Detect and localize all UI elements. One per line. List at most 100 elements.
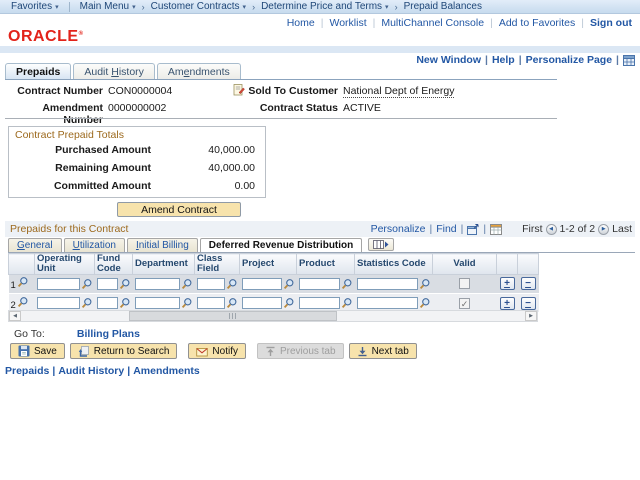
favorites-menu[interactable]: Favorites ▾ bbox=[7, 1, 63, 12]
tab-label: Audit History bbox=[84, 66, 144, 78]
department-lookup-icon[interactable] bbox=[181, 297, 193, 309]
home-link[interactable]: Home bbox=[287, 17, 315, 29]
delete-row-button[interactable]: − bbox=[521, 277, 536, 290]
project-input[interactable] bbox=[242, 297, 282, 309]
row-search-icon[interactable] bbox=[17, 296, 29, 308]
breadcrumb-separator: › bbox=[395, 2, 398, 12]
chevron-down-icon: ▾ bbox=[243, 3, 247, 11]
pager-next-icon[interactable]: ▶ bbox=[598, 224, 609, 235]
button-label: Notify bbox=[212, 346, 238, 357]
product-lookup-icon[interactable] bbox=[341, 297, 353, 309]
contract-status-label: Contract Status bbox=[248, 102, 338, 114]
add-row-button[interactable]: + bbox=[500, 277, 515, 290]
chevron-down-icon: ▾ bbox=[132, 3, 136, 11]
statistics-code-lookup-icon[interactable] bbox=[419, 297, 431, 309]
grid-tab-initial-billing[interactable]: Initial Billing bbox=[127, 238, 198, 252]
copy-url-icon[interactable] bbox=[623, 55, 635, 66]
product-lookup-icon[interactable] bbox=[341, 278, 353, 290]
statistics-code-lookup-icon[interactable] bbox=[419, 278, 431, 290]
class-field-input[interactable] bbox=[197, 297, 225, 309]
sold-to-customer-link[interactable]: National Dept of Energy bbox=[343, 85, 454, 98]
pager-range: 1-2 of 2 bbox=[560, 223, 596, 235]
scroll-right-arrow[interactable]: ▶ bbox=[525, 311, 537, 321]
amend-contract-button[interactable]: Amend Contract bbox=[117, 202, 241, 217]
grid-tab-general[interactable]: General bbox=[8, 238, 62, 252]
operating-unit-lookup-icon[interactable] bbox=[81, 278, 93, 290]
grid-tab-deferred-revenue-distribution[interactable]: Deferred Revenue Distribution bbox=[200, 238, 362, 252]
column-header-operating-unit: Operating Unit bbox=[35, 254, 95, 275]
project-input[interactable] bbox=[242, 278, 282, 290]
footer-link-prepaids[interactable]: Prepaids bbox=[5, 365, 49, 377]
column-header-fund-code: Fund Code bbox=[95, 254, 133, 275]
header-band bbox=[0, 46, 640, 53]
operating-unit-lookup-icon[interactable] bbox=[81, 297, 93, 309]
tab-prepaids[interactable]: Prepaids bbox=[5, 63, 71, 79]
column-header-delete bbox=[518, 254, 539, 275]
statistics-code-input[interactable] bbox=[357, 297, 418, 309]
download-to-spreadsheet-icon[interactable] bbox=[490, 224, 502, 235]
chevron-down-icon: ▾ bbox=[385, 3, 389, 11]
fund-code-input[interactable] bbox=[97, 297, 118, 309]
personalize-link[interactable]: Personalize bbox=[371, 223, 426, 235]
operating-unit-input[interactable] bbox=[37, 278, 80, 290]
totals-row: Committed Amount 0.00 bbox=[9, 180, 265, 198]
department-input[interactable] bbox=[135, 278, 180, 290]
scrollbar-thumb[interactable] bbox=[129, 311, 337, 321]
horizontal-scrollbar[interactable]: ◀ ▶ bbox=[8, 310, 538, 322]
prepaids-grid: Operating Unit Fund Code Department Clas… bbox=[8, 253, 539, 312]
notes-icon[interactable] bbox=[233, 83, 245, 99]
remaining-amount-label: Remaining Amount bbox=[9, 162, 151, 174]
breadcrumb-determine-price-terms[interactable]: Determine Price and Terms ▾ bbox=[257, 1, 393, 12]
scrollbar-track[interactable] bbox=[21, 311, 525, 321]
worklist-link[interactable]: Worklist bbox=[329, 17, 366, 29]
delete-row-button[interactable]: − bbox=[521, 297, 536, 310]
pager-previous-icon[interactable]: ◀ bbox=[546, 224, 557, 235]
sign-out-link[interactable]: Sign out bbox=[590, 17, 632, 29]
go-to-label: Go To: bbox=[14, 328, 74, 340]
add-row-button[interactable]: + bbox=[500, 297, 515, 310]
product-input[interactable] bbox=[299, 297, 340, 309]
pager-last-link[interactable]: Last bbox=[612, 223, 632, 235]
next-tab-icon bbox=[357, 346, 368, 357]
fund-code-input[interactable] bbox=[97, 278, 118, 290]
column-header-class-field: Class Field bbox=[195, 254, 240, 275]
sold-to-customer-label: Sold To Customer bbox=[248, 85, 338, 97]
footer-link-amendments[interactable]: Amendments bbox=[133, 365, 200, 377]
tab-amendments[interactable]: Amendments bbox=[157, 63, 241, 79]
save-button[interactable]: Save bbox=[10, 343, 65, 359]
grid-tab-utilization[interactable]: Utilization bbox=[64, 238, 125, 252]
class-field-lookup-icon[interactable] bbox=[226, 297, 238, 309]
multichannel-console-link[interactable]: MultiChannel Console bbox=[381, 17, 484, 29]
view-all-popup-icon[interactable] bbox=[467, 224, 479, 235]
scroll-left-arrow[interactable]: ◀ bbox=[9, 311, 21, 321]
pager-first-link[interactable]: First bbox=[522, 223, 542, 235]
add-to-favorites-link[interactable]: Add to Favorites bbox=[499, 17, 575, 29]
breadcrumb-customer-contracts[interactable]: Customer Contracts ▾ bbox=[147, 1, 250, 12]
class-field-lookup-icon[interactable] bbox=[226, 278, 238, 290]
project-lookup-icon[interactable] bbox=[283, 297, 295, 309]
fund-code-lookup-icon[interactable] bbox=[119, 297, 131, 309]
main-menu[interactable]: Main Menu ▾ bbox=[76, 1, 140, 12]
main-menu-label: Main Menu bbox=[80, 1, 129, 12]
row-search-icon[interactable] bbox=[17, 276, 29, 288]
find-link[interactable]: Find bbox=[436, 223, 456, 235]
operating-unit-input[interactable] bbox=[37, 297, 80, 309]
footer-link-audit-history[interactable]: Audit History bbox=[58, 365, 124, 377]
divider: | bbox=[461, 223, 464, 235]
button-label: Next tab bbox=[372, 346, 409, 357]
fund-code-lookup-icon[interactable] bbox=[119, 278, 131, 290]
project-lookup-icon[interactable] bbox=[283, 278, 295, 290]
show-all-columns-icon[interactable] bbox=[368, 238, 394, 251]
tab-label: Initial Billing bbox=[136, 240, 189, 251]
billing-plans-link[interactable]: Billing Plans bbox=[77, 328, 140, 340]
breadcrumb: Favorites ▾ Main Menu ▾ › Customer Contr… bbox=[0, 0, 640, 14]
notify-button[interactable]: Notify bbox=[188, 343, 246, 359]
department-input[interactable] bbox=[135, 297, 180, 309]
tab-audit-history[interactable]: Audit History bbox=[73, 63, 155, 79]
department-lookup-icon[interactable] bbox=[181, 278, 193, 290]
return-to-search-button[interactable]: Return to Search bbox=[70, 343, 178, 359]
product-input[interactable] bbox=[299, 278, 340, 290]
statistics-code-input[interactable] bbox=[357, 278, 418, 290]
class-field-input[interactable] bbox=[197, 278, 225, 290]
next-tab-button[interactable]: Next tab bbox=[349, 343, 417, 359]
